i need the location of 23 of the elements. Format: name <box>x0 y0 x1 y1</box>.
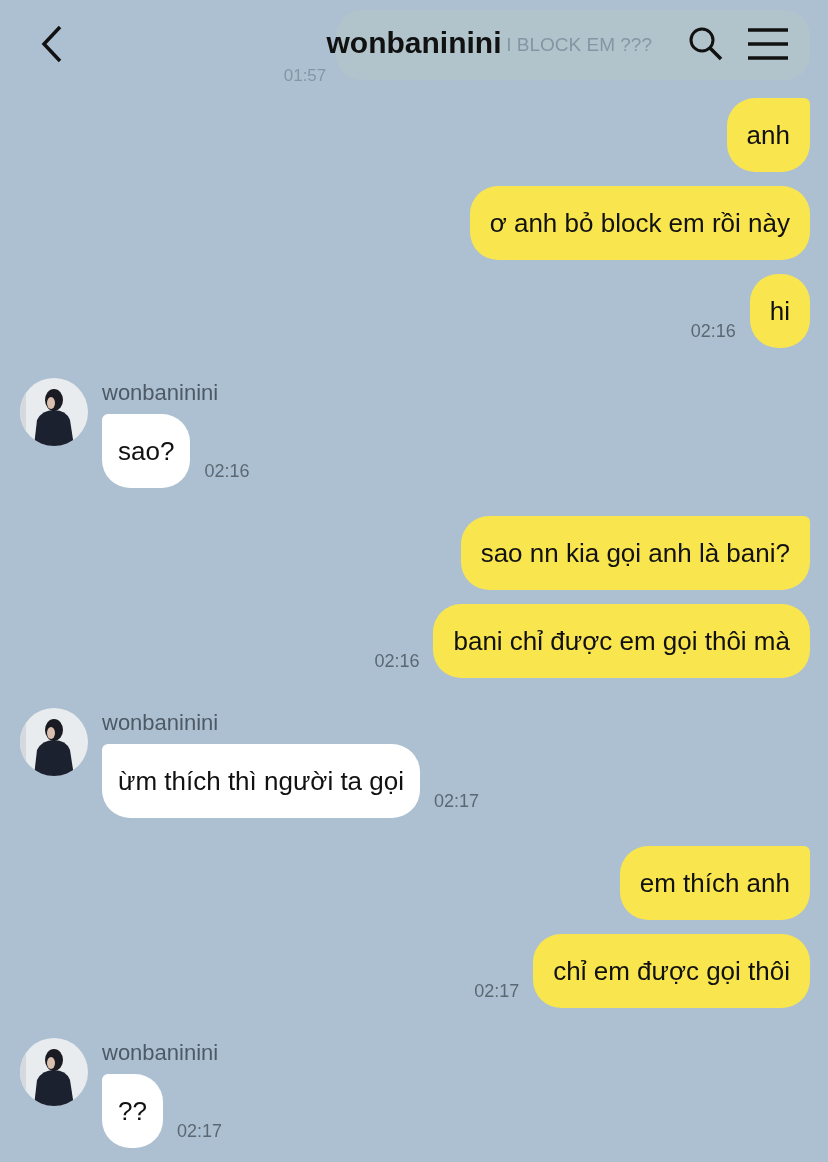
message-bubble: sao nn kia gọi anh là bani? <box>460 516 810 590</box>
message-bubble: hi <box>749 274 810 348</box>
message-bubble: ơ anh bỏ block em rồi này <box>469 186 810 260</box>
sender-name: wonbaninini <box>102 380 219 406</box>
message-time: 02:17 <box>474 981 520 1002</box>
search-icon[interactable] <box>688 26 724 62</box>
message-time: 02:16 <box>204 461 250 482</box>
message-bubble: ?? <box>102 1074 163 1148</box>
message-time: 02:16 <box>374 651 420 672</box>
sender-name: wonbaninini <box>102 1040 219 1066</box>
message-bubble: em thích anh <box>619 846 810 920</box>
message-bubble: ừm thích thì người ta gọi <box>102 744 420 818</box>
chat-title: wonbaninini <box>326 26 502 60</box>
sender-name: wonbaninini <box>102 710 219 736</box>
message-time: 02:17 <box>434 791 480 812</box>
message-time: 02:16 <box>690 321 736 342</box>
message-bubble: chỉ em được gọi thôi <box>533 934 810 1008</box>
message-bubble: bani chỉ được em gọi thôi mà <box>433 604 810 678</box>
back-icon[interactable] <box>40 24 64 64</box>
message-time: 02:17 <box>176 1121 222 1142</box>
message-bubble: sao? <box>102 414 191 488</box>
message-bubble: anh <box>726 98 810 172</box>
menu-icon[interactable] <box>748 28 788 60</box>
